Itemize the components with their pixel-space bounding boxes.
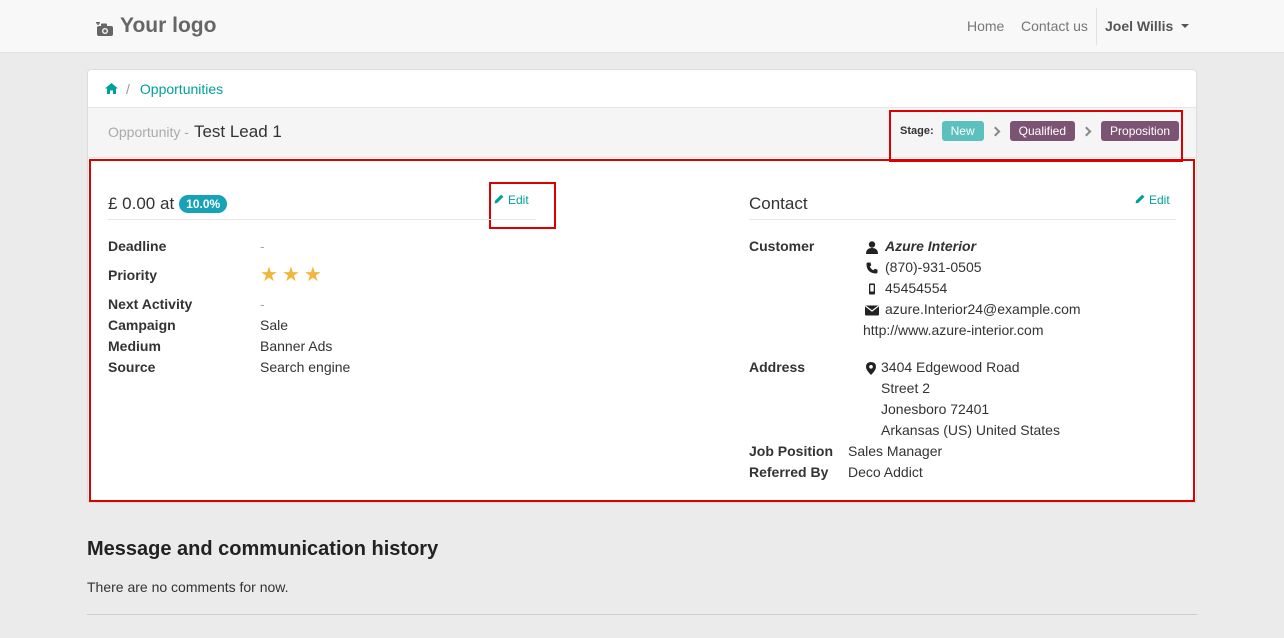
opportunity-label: Opportunity - xyxy=(108,124,189,140)
mobile-icon xyxy=(865,282,879,296)
source-label: Source xyxy=(108,359,156,375)
campaign-label: Campaign xyxy=(108,317,176,333)
top-navbar: Your logo Home Contact us Joel Willis xyxy=(0,0,1284,53)
history-title: Message and communication history xyxy=(87,538,439,560)
pencil-icon xyxy=(494,193,504,207)
chevron-right-icon xyxy=(1081,126,1092,136)
star-icon[interactable]: ★ xyxy=(304,265,322,285)
stage-bar: Stage: New Qualified Proposition xyxy=(900,120,1180,142)
next-activity-value: - xyxy=(260,296,265,312)
address-line-4: Arkansas (US) United States xyxy=(881,422,1060,438)
phone-value: (870)-931-0505 xyxy=(885,259,982,275)
next-activity-label: Next Activity xyxy=(108,296,193,312)
pencil-icon xyxy=(1135,193,1145,207)
contact-title: Contact xyxy=(749,193,808,213)
mobile-value: 45454554 xyxy=(885,280,948,296)
stage-proposition-badge[interactable]: Proposition xyxy=(1101,121,1180,141)
chevron-right-icon xyxy=(990,126,1001,136)
user-menu[interactable]: Joel Willis xyxy=(1105,18,1190,34)
breadcrumb-opportunities-link[interactable]: Opportunities xyxy=(140,81,223,97)
nav-divider xyxy=(1096,8,1097,45)
edit-label: Edit xyxy=(508,193,529,207)
referred-by-label: Referred By xyxy=(749,464,829,480)
priority-label: Priority xyxy=(108,267,158,283)
customer-label: Customer xyxy=(749,238,815,254)
camera-icon xyxy=(96,19,114,36)
address-line-2: Street 2 xyxy=(881,380,931,396)
medium-label: Medium xyxy=(108,338,161,354)
stage-qualified-badge[interactable]: Qualified xyxy=(1009,121,1076,141)
website-link[interactable]: http://www.azure-interior.com xyxy=(863,322,1044,338)
breadcrumb: / Opportunities xyxy=(88,70,1196,108)
address-line-1: 3404 Edgewood Road xyxy=(881,359,1020,375)
map-marker-icon xyxy=(864,361,878,375)
breadcrumb-separator: / xyxy=(126,80,130,97)
logo[interactable]: Your logo xyxy=(96,10,216,42)
deal-edit-link[interactable]: Edit xyxy=(494,193,529,207)
logo-text: Your logo xyxy=(120,14,217,37)
opportunity-name: Test Lead 1 xyxy=(193,122,282,141)
page-title: Opportunity - Test Lead 1 xyxy=(108,122,282,142)
stage-label: Stage: xyxy=(900,125,934,137)
customer-name[interactable]: Azure Interior xyxy=(885,238,976,254)
phone-icon xyxy=(865,261,879,275)
history-divider xyxy=(87,614,1197,615)
nav-home-link[interactable]: Home xyxy=(967,18,1004,34)
deadline-value: - xyxy=(260,238,265,254)
referred-by-value: Deco Addict xyxy=(848,464,923,480)
edit-label: Edit xyxy=(1149,193,1170,207)
source-value: Search engine xyxy=(260,359,351,375)
contact-section-header: Contact xyxy=(749,188,1176,220)
star-icon[interactable]: ★ xyxy=(260,265,278,285)
home-icon[interactable] xyxy=(105,81,118,97)
address-label: Address xyxy=(749,359,806,375)
deal-section-header: £ 0.00 at 10.0% xyxy=(108,188,536,220)
amount-text: £ 0.00 at xyxy=(108,193,175,213)
stage-new-badge[interactable]: New xyxy=(941,121,984,141)
nav-contact-link[interactable]: Contact us xyxy=(1021,18,1088,34)
contact-edit-link[interactable]: Edit xyxy=(1135,193,1170,207)
job-position-value: Sales Manager xyxy=(848,443,943,459)
user-name: Joel Willis xyxy=(1105,18,1174,34)
deal-amount: £ 0.00 at 10.0% xyxy=(108,193,228,214)
address-line-3: Jonesboro 72401 xyxy=(881,401,990,417)
email-value[interactable]: azure.Interior24@example.com xyxy=(885,301,1081,317)
priority-stars: ★ ★ ★ xyxy=(260,265,322,285)
probability-badge: 10.0% xyxy=(179,194,228,213)
job-position-label: Job Position xyxy=(749,443,833,459)
no-comments-text: There are no comments for now. xyxy=(87,579,289,595)
star-icon[interactable]: ★ xyxy=(282,265,300,285)
deadline-label: Deadline xyxy=(108,238,167,254)
campaign-value: Sale xyxy=(260,317,289,333)
user-icon xyxy=(865,240,879,254)
medium-value: Banner Ads xyxy=(260,338,333,354)
caret-down-icon xyxy=(1181,24,1190,28)
envelope-icon xyxy=(865,303,879,317)
